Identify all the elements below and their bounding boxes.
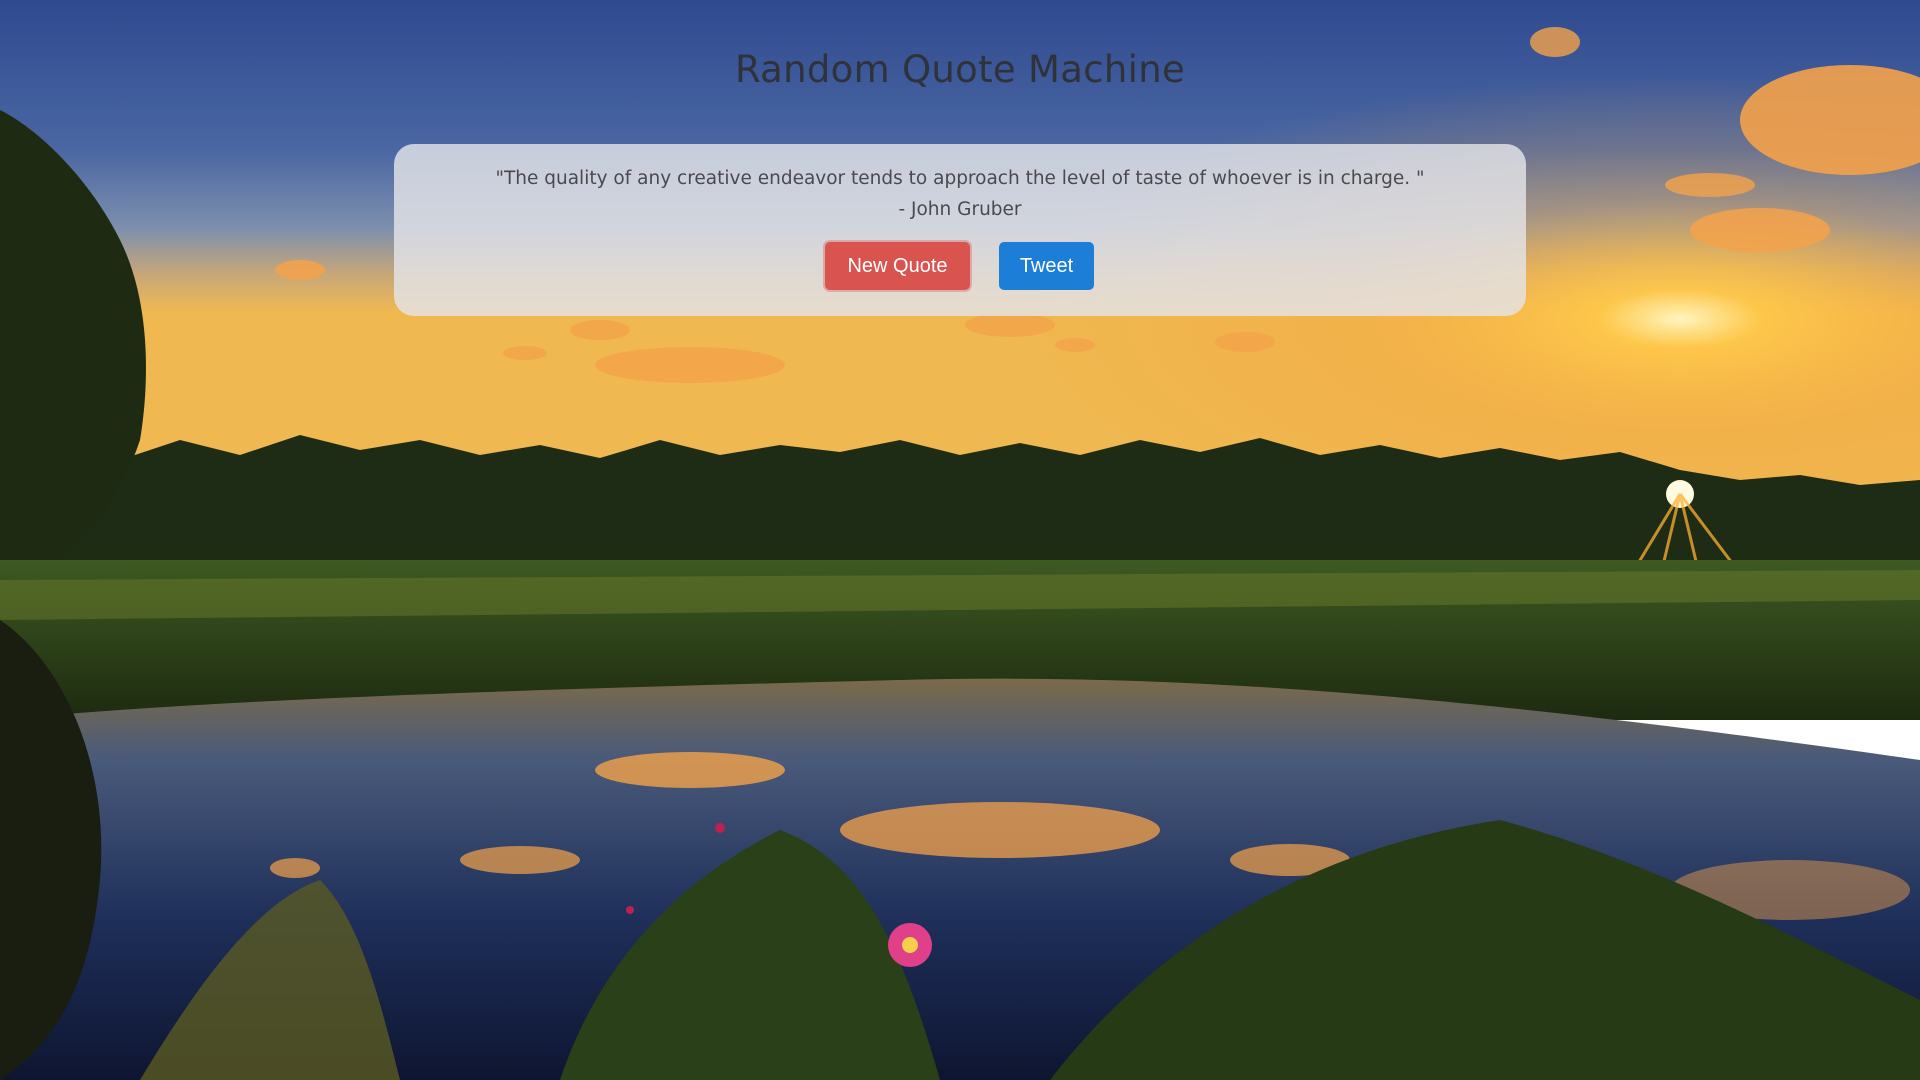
quote-card: "The quality of any creative endeavor te… [394, 144, 1526, 316]
tweet-button[interactable]: Tweet [999, 242, 1094, 290]
new-quote-button[interactable]: New Quote [825, 242, 970, 290]
page-title: Random Quote Machine [734, 48, 1186, 91]
quote-author: - John Gruber [898, 199, 1022, 220]
quote-text: "The quality of any creative endeavor te… [495, 168, 1425, 189]
